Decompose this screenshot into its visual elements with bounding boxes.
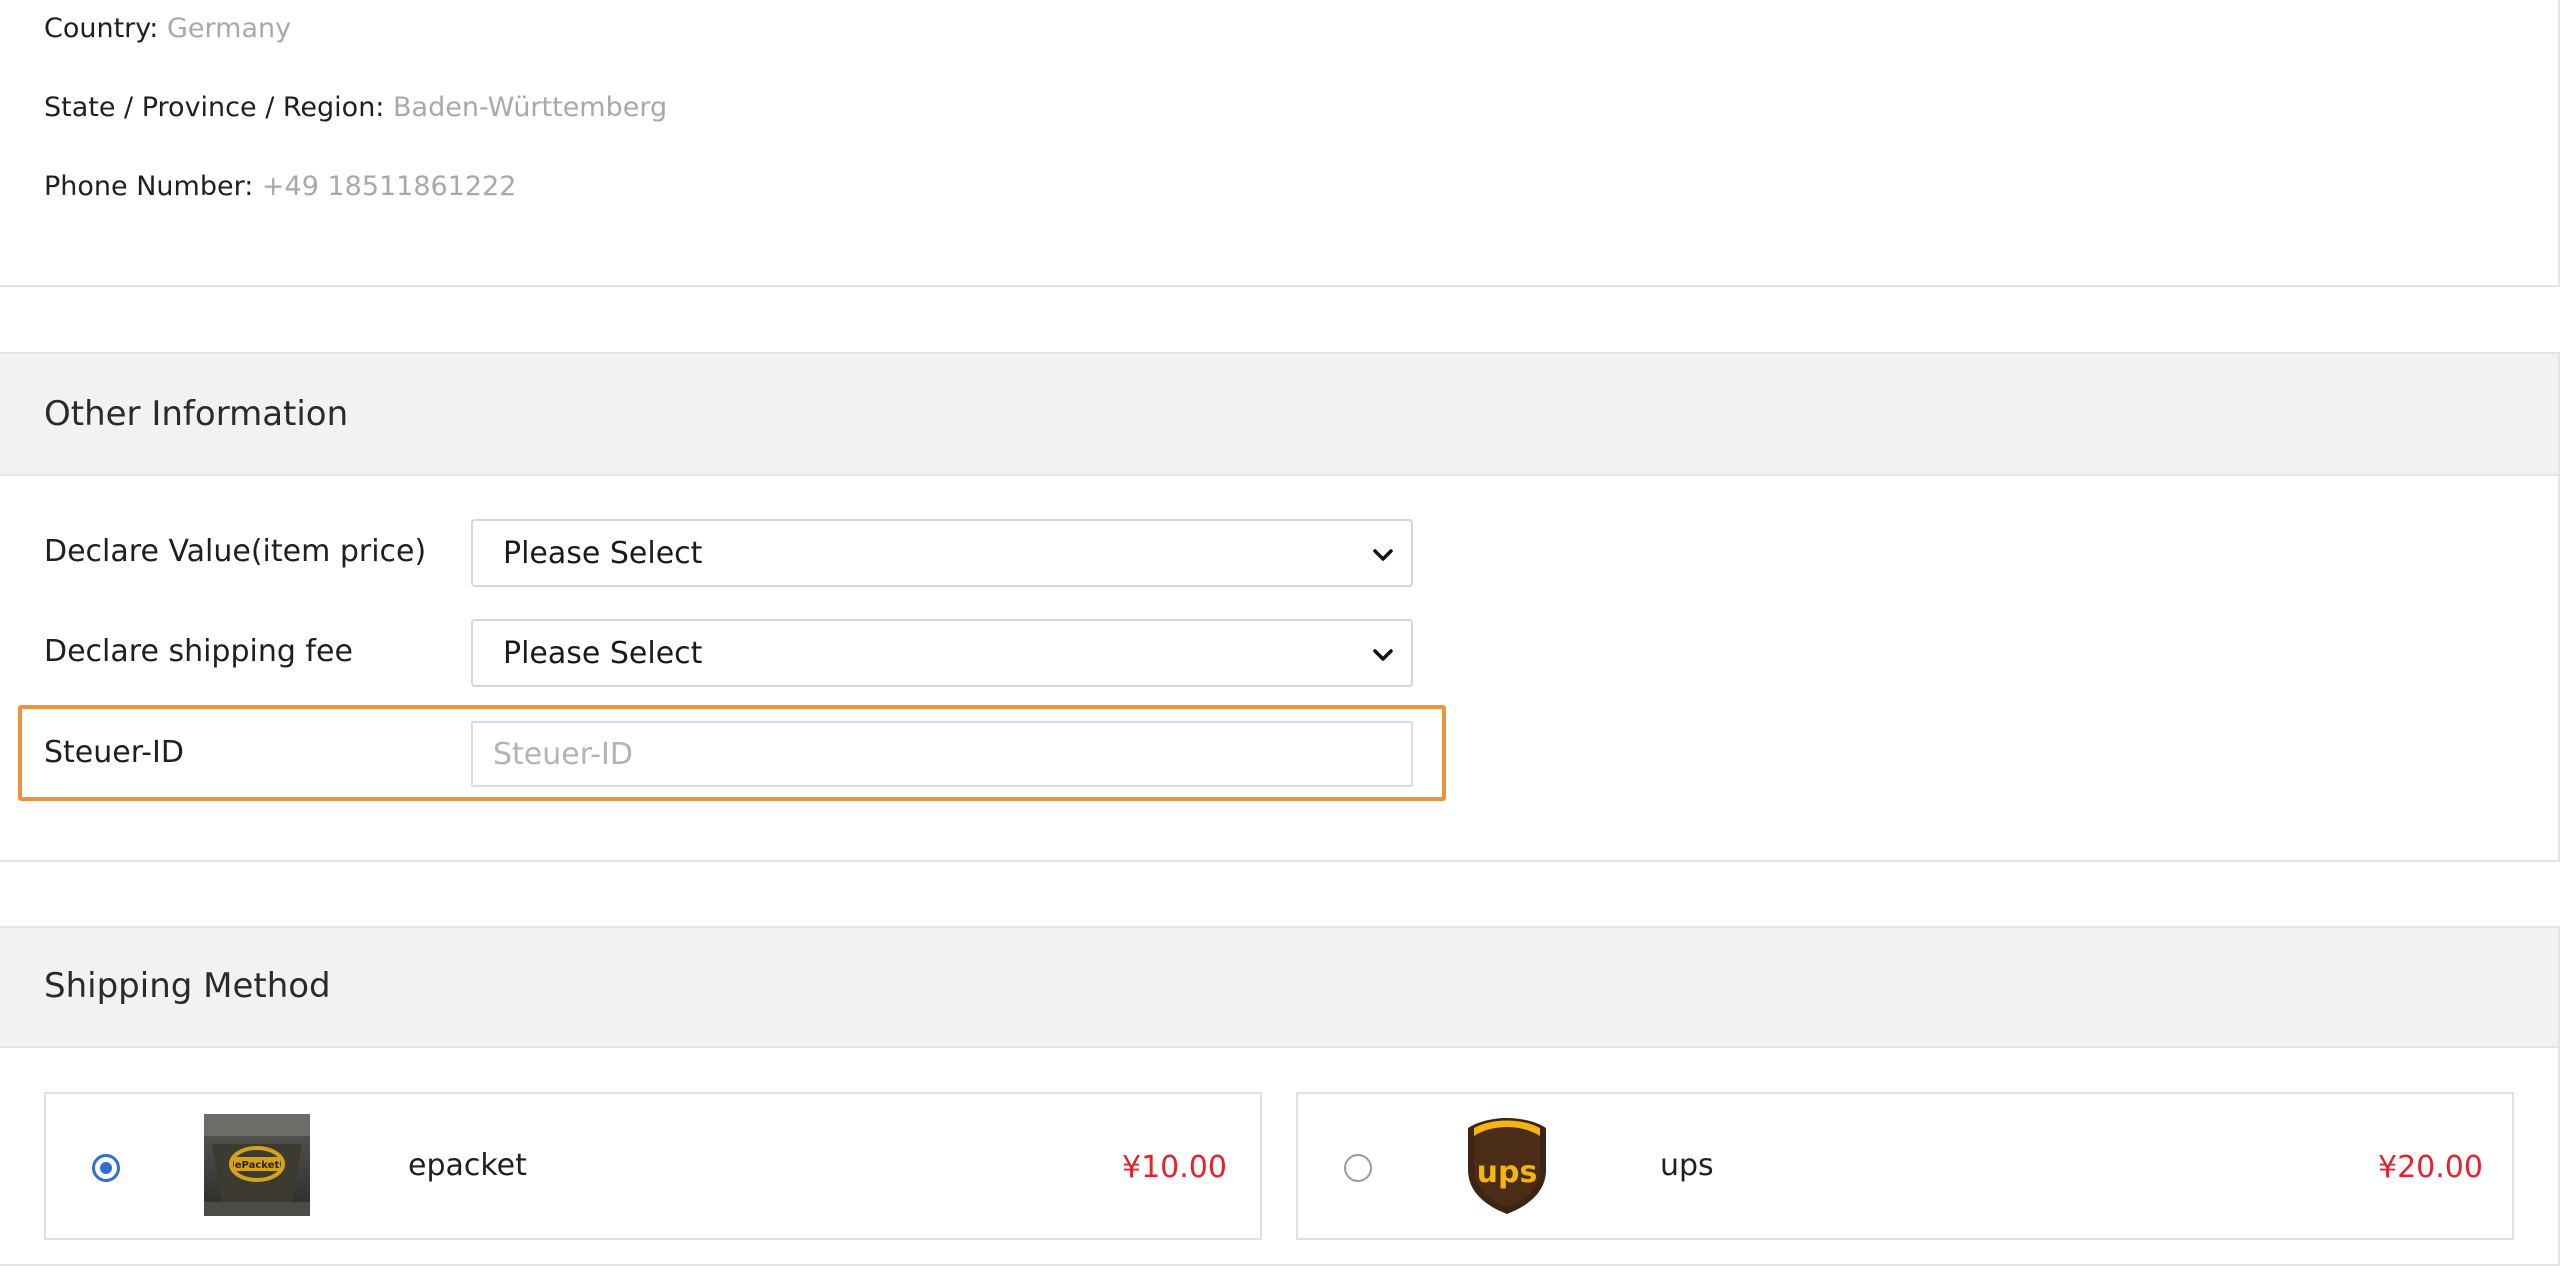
- shipping-option-ups[interactable]: ups ups ¥20.00: [1296, 1092, 2514, 1240]
- epacket-price: ¥10.00: [1122, 1150, 1227, 1185]
- svg-text:ePacket: ePacket: [235, 1160, 280, 1171]
- chevron-down-icon: [1373, 549, 1393, 561]
- state-row: State / Province / Region: Baden-Württem…: [44, 91, 667, 125]
- declare-shipping-selected: Please Select: [503, 636, 703, 671]
- phone-value: +49 18511861222: [261, 171, 517, 202]
- shipping-method-panel: Shipping Method ePacket epacket ¥10.00 u…: [0, 926, 2560, 1266]
- declare-value-label: Declare Value(item price): [44, 534, 427, 569]
- chevron-down-icon: [1373, 649, 1393, 661]
- declare-value-select[interactable]: Please Select: [471, 519, 1413, 587]
- country-row: Country: Germany: [44, 12, 291, 46]
- address-panel: Country: Germany State / Province / Regi…: [0, 0, 2560, 287]
- svg-text:ups: ups: [1477, 1155, 1538, 1190]
- epacket-logo-icon: ePacket: [204, 1114, 310, 1216]
- ups-name: ups: [1660, 1148, 1714, 1183]
- ups-radio[interactable]: [1344, 1154, 1372, 1182]
- epacket-radio[interactable]: [92, 1154, 120, 1182]
- declare-value-selected: Please Select: [503, 536, 703, 571]
- other-information-panel: Other Information Declare Value(item pri…: [0, 352, 2560, 862]
- shipping-option-epacket[interactable]: ePacket epacket ¥10.00: [44, 1092, 1262, 1240]
- phone-label: Phone Number:: [44, 171, 254, 202]
- declare-shipping-select[interactable]: Please Select: [471, 619, 1413, 687]
- shipping-method-header: Shipping Method: [0, 928, 2558, 1048]
- steuer-id-input[interactable]: [471, 721, 1413, 787]
- other-information-title: Other Information: [44, 394, 349, 434]
- ups-price: ¥20.00: [2378, 1150, 2483, 1185]
- country-label: Country:: [44, 13, 159, 44]
- state-label: State / Province / Region:: [44, 92, 385, 123]
- shipping-method-title: Shipping Method: [44, 966, 331, 1006]
- steuer-id-label: Steuer-ID: [44, 735, 184, 770]
- phone-row: Phone Number: +49 18511861222: [44, 170, 516, 204]
- other-information-header: Other Information: [0, 354, 2558, 476]
- ups-logo-icon: ups: [1468, 1118, 1546, 1214]
- state-value: Baden-Württemberg: [393, 92, 668, 123]
- country-value: Germany: [167, 13, 292, 44]
- declare-shipping-label: Declare shipping fee: [44, 634, 353, 669]
- epacket-name: epacket: [408, 1148, 527, 1183]
